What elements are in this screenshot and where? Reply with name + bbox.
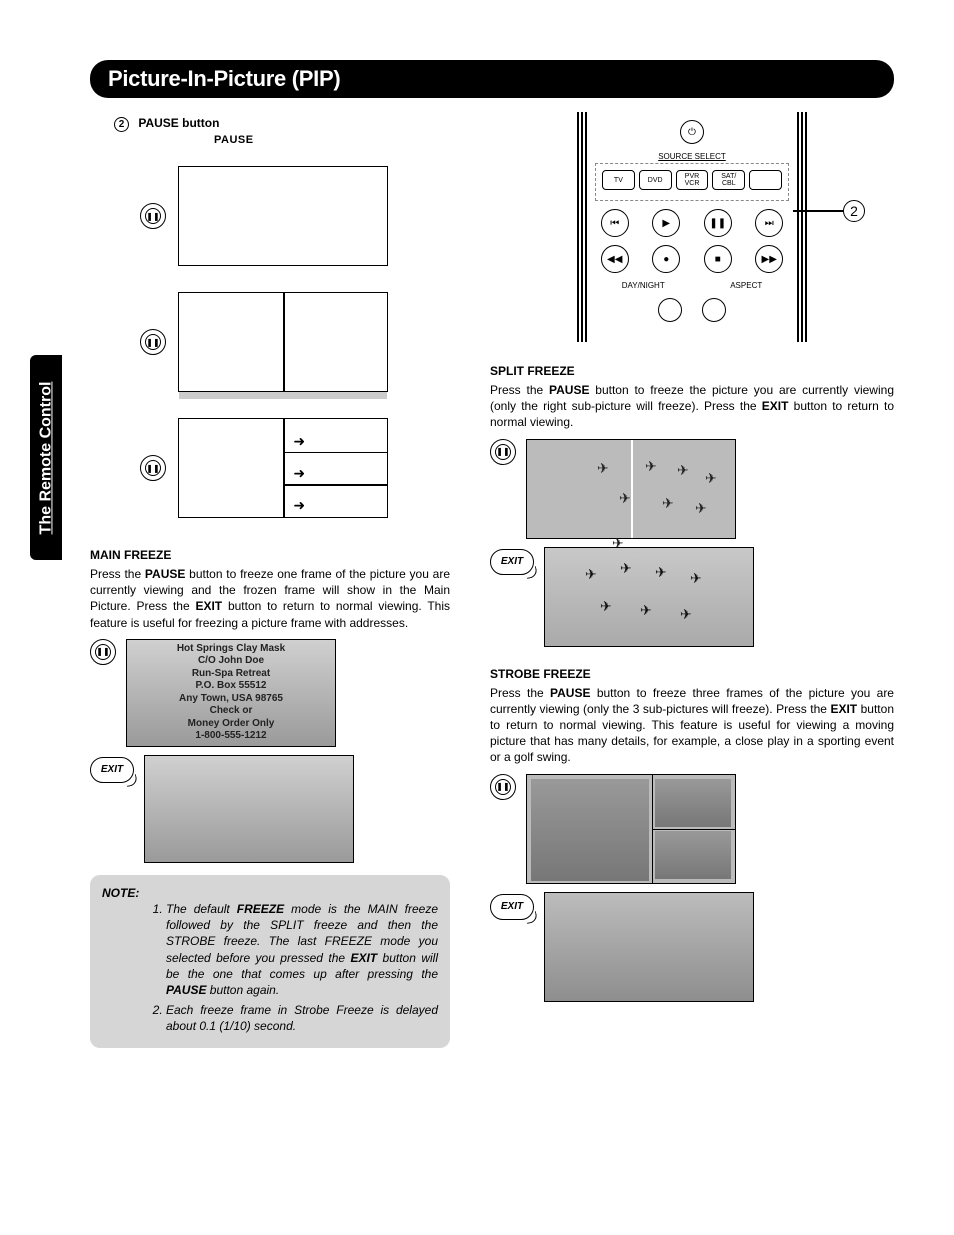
daynight-label: DAY/NIGHT — [622, 281, 665, 290]
climber-sub-image — [655, 779, 731, 827]
pause-icon: ❚❚ — [140, 455, 166, 481]
climber-main-image — [531, 779, 649, 881]
source-select-label: SOURCE SELECT — [589, 152, 795, 161]
split-freeze-text: Press the PAUSE button to freeze the pic… — [490, 382, 894, 431]
arrow-icon: ➜ — [293, 465, 305, 482]
plane-icon: ✈ — [620, 560, 632, 577]
pause-icon: ❚❚ — [140, 329, 166, 355]
plane-icon: ✈ — [585, 566, 597, 583]
plane-icon: ✈ — [655, 564, 667, 581]
climber-sub-image — [655, 831, 731, 879]
aspect-label: ASPECT — [730, 281, 762, 290]
pause-button-label: PAUSE button — [138, 116, 219, 130]
pause-icon: ❚❚ — [140, 203, 166, 229]
plane-icon: ✈ — [619, 490, 631, 507]
strobe-freeze-diagram: ➜ ➜ ➜ — [178, 418, 388, 518]
pause-icon: ❚❚ — [490, 774, 516, 800]
exit-icon: EXIT — [490, 894, 534, 920]
aspect-button — [702, 298, 726, 322]
page-title: Picture-In-Picture (PIP) — [90, 60, 894, 98]
ffwd-icon: ▶▶ — [755, 245, 783, 273]
note-label: NOTE: — [102, 886, 139, 900]
pause-icon: ❚❚ — [90, 639, 116, 665]
strobe-freeze-text: Press the PAUSE button to freeze three f… — [490, 685, 894, 766]
source-sat-button: SAT/ CBL — [712, 170, 745, 190]
exit-icon: EXIT — [490, 549, 534, 575]
source-blank-button — [749, 170, 782, 190]
strobe-freeze-live — [544, 892, 754, 1002]
split-freeze-heading: SPLIT FREEZE — [490, 364, 894, 378]
power-icon: ⏻ — [680, 120, 704, 144]
strobe-freeze-example — [526, 774, 736, 884]
play-icon: ▶ — [652, 209, 680, 237]
plane-icon: ✈ — [645, 458, 657, 475]
prev-icon: ⏮ — [601, 209, 629, 237]
rewind-icon: ◀◀ — [601, 245, 629, 273]
daynight-button — [658, 298, 682, 322]
plane-icon: ✈ — [600, 598, 612, 615]
source-select-group: TV DVD PVR VCR SAT/ CBL — [595, 163, 789, 201]
plane-icon: ✈ — [640, 602, 652, 619]
split-freeze-example: ✈ ✈ ✈ ✈ ✈ ✈ ✈ ✈ — [526, 439, 736, 539]
note-box: NOTE: The default FREEZE mode is the MAI… — [90, 875, 450, 1049]
plane-icon: ✈ — [662, 495, 674, 512]
main-freeze-example-live — [144, 755, 354, 863]
split-freeze-live: ✈ ✈ ✈ ✈ ✈ ✈ ✈ — [544, 547, 754, 647]
next-icon: ⏭ — [755, 209, 783, 237]
plane-icon: ✈ — [695, 500, 707, 517]
source-dvd-button: DVD — [639, 170, 672, 190]
arrow-icon: ➜ — [293, 433, 305, 450]
pause-icon: ❚❚ — [490, 439, 516, 465]
exit-icon: EXIT — [90, 757, 134, 783]
main-freeze-text: Press the PAUSE button to freeze one fra… — [90, 566, 450, 631]
main-freeze-diagram — [178, 166, 388, 266]
plane-icon: ✈ — [680, 606, 692, 623]
source-tv-button: TV — [602, 170, 635, 190]
plane-icon: ✈ — [677, 462, 689, 479]
plane-icon: ✈ — [690, 570, 702, 587]
plane-icon: ✈ — [705, 470, 717, 487]
remote-diagram: ⏻ SOURCE SELECT TV DVD PVR VCR SAT/ CBL … — [577, 112, 807, 342]
stop-icon: ■ — [704, 245, 732, 273]
arrow-icon: ➜ — [293, 497, 305, 514]
pause-sub-label: PAUSE — [214, 134, 450, 146]
note-item-2: Each freeze frame in Strobe Freeze is de… — [166, 1002, 438, 1034]
pause-button-heading: 2 PAUSE button PAUSE — [114, 116, 450, 146]
strobe-freeze-heading: STROBE FREEZE — [490, 667, 894, 681]
source-pvr-button: PVR VCR — [676, 170, 709, 190]
main-freeze-example-address: Hot Springs Clay Mask C/O John Doe Run-S… — [126, 639, 336, 747]
step-number-icon: 2 — [114, 117, 129, 132]
plane-icon: ✈ — [597, 460, 609, 477]
side-tab: The Remote Control — [30, 355, 62, 560]
note-item-1: The default FREEZE mode is the MAIN free… — [166, 901, 438, 998]
pause-button-remote: ❚❚ — [704, 209, 732, 237]
side-tab-label: The Remote Control — [37, 381, 55, 534]
split-freeze-diagram — [178, 292, 388, 392]
freeze-mode-diagrams: ❚❚ ❚❚ ❚❚ ➜ ➜ ➜ — [140, 166, 450, 518]
callout-2: 2 — [793, 200, 865, 222]
record-icon: ● — [652, 245, 680, 273]
main-freeze-heading: MAIN FREEZE — [90, 548, 450, 562]
